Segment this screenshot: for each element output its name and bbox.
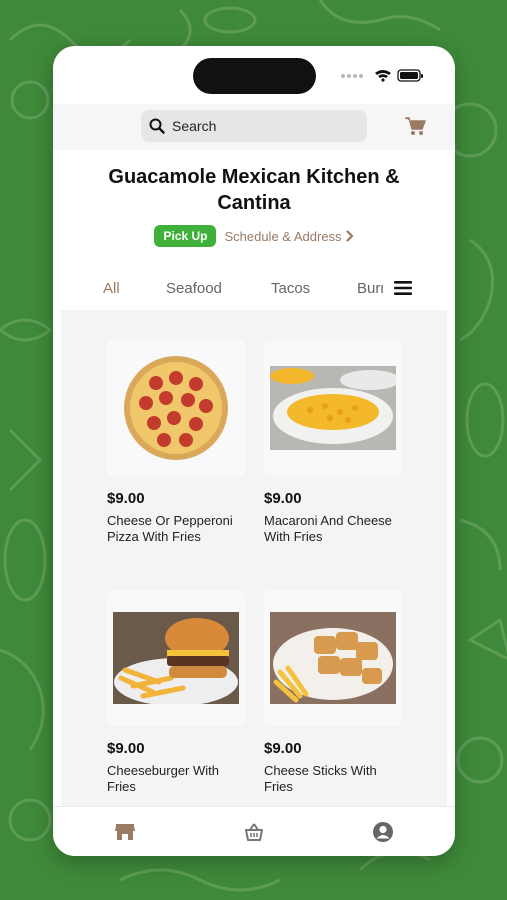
search-box[interactable]: [141, 110, 367, 142]
status-bar: [53, 46, 455, 104]
pepperoni-pizza-image: [124, 356, 228, 460]
schedule-address-link[interactable]: Schedule & Address: [224, 228, 354, 244]
product-price: $9.00: [264, 490, 302, 507]
pickup-badge[interactable]: Pick Up: [154, 225, 217, 247]
category-menu-icon[interactable]: [393, 279, 413, 297]
cheese-sticks-with-fries-image: [270, 612, 396, 704]
wifi-icon: [375, 70, 391, 82]
tab-seafood[interactable]: Seafood: [166, 280, 222, 297]
product-name: Cheese Or Pepperoni Pizza With Fries: [107, 513, 233, 544]
product-card[interactable]: $9.00 Cheeseburger With Fries: [107, 590, 247, 795]
store-title: Guacamole Mexican Kitchen & Cantina: [108, 166, 400, 214]
product-card[interactable]: $9.00 Macaroni And Cheese With Fries: [264, 340, 404, 545]
product-price: $9.00: [264, 740, 302, 757]
search-input[interactable]: [172, 118, 342, 134]
product-grid: $9.00 Cheese Or Pepperoni Pizza With Fri…: [61, 310, 447, 806]
search-icon: [149, 118, 165, 134]
chevron-right-icon: [345, 230, 354, 242]
store-icon[interactable]: [114, 821, 136, 843]
battery-icon: [397, 69, 423, 82]
basket-icon[interactable]: [243, 821, 265, 843]
dynamic-island: [193, 58, 316, 94]
order-mode-row: Pick Up Schedule & Address: [53, 225, 455, 247]
account-icon[interactable]: [372, 821, 394, 843]
product-price: $9.00: [107, 490, 145, 507]
product-image: [264, 590, 402, 726]
bottom-nav: [53, 806, 455, 856]
product-image: [107, 590, 245, 726]
cart-icon[interactable]: [404, 116, 426, 136]
status-icons: [341, 69, 423, 82]
product-image: [107, 340, 245, 476]
phone-frame: Guacamole Mexican Kitchen & Cantina Pick…: [53, 46, 455, 856]
product-name: Cheeseburger With Fries: [107, 763, 219, 794]
category-tabs: All Seafood Tacos Burritos: [53, 270, 455, 310]
top-bar: [53, 104, 455, 150]
product-name: Macaroni And Cheese With Fries: [264, 513, 392, 544]
macaroni-and-cheese-image: [270, 366, 396, 450]
product-price: $9.00: [107, 740, 145, 757]
product-card[interactable]: $9.00 Cheese Sticks With Fries: [264, 590, 404, 795]
schedule-address-label: Schedule & Address: [224, 228, 342, 244]
cheeseburger-with-fries-image: [113, 612, 239, 704]
tab-all[interactable]: All: [103, 280, 120, 297]
product-name: Cheese Sticks With Fries: [264, 763, 377, 794]
tab-tacos[interactable]: Tacos: [271, 280, 310, 297]
tab-burritos[interactable]: Burritos: [357, 280, 383, 297]
category-tabs-scroller: All Seafood Tacos Burritos: [53, 270, 383, 310]
product-card[interactable]: $9.00 Cheese Or Pepperoni Pizza With Fri…: [107, 340, 247, 545]
product-image: [264, 340, 402, 476]
